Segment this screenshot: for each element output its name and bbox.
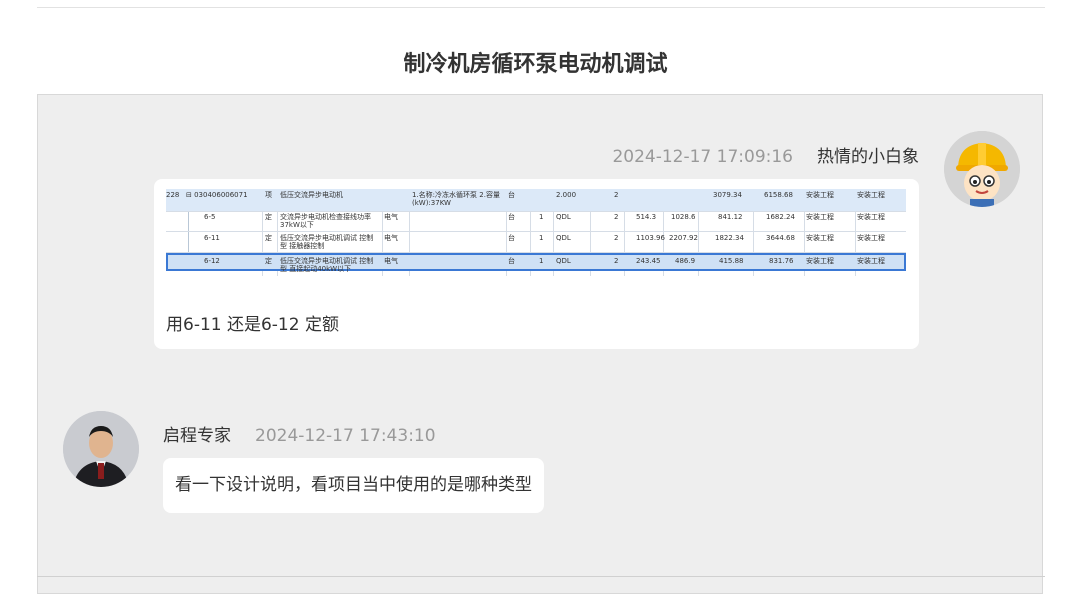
table-cell: 交流异步电动机检查接线功率37kW以下 <box>280 213 371 229</box>
answer-timestamp: 2024-12-17 17:43:10 <box>255 426 436 446</box>
table-cell: 831.76 <box>769 257 794 265</box>
table-cell: 台 <box>508 257 515 265</box>
table-cell: 2 <box>614 234 619 242</box>
table-cell: 486.9 <box>675 257 696 265</box>
table-cell: 243.45 <box>636 257 661 265</box>
table-cell: 2 <box>614 213 619 221</box>
table-cell: 6-12 <box>204 257 220 265</box>
table-cell: 安装工程 <box>806 191 834 199</box>
table-cell: 1 <box>539 213 544 221</box>
table-cell: 安装工程 <box>806 213 834 221</box>
table-cell: 6158.68 <box>764 191 793 199</box>
table-cell: 低压交流异步电动机 <box>280 191 343 199</box>
top-divider <box>37 7 1045 8</box>
table-cell: QDL <box>556 234 571 242</box>
table-cell: 安装工程 <box>857 257 885 265</box>
bottom-divider <box>37 576 1045 577</box>
table-cell: 安装工程 <box>806 257 834 265</box>
table-cell: 514.3 <box>636 213 657 221</box>
question-meta: 2024-12-17 17:09:16 热情的小白象 <box>612 142 919 167</box>
question-text: 用6-11 还是6-12 定额 <box>166 315 339 335</box>
table-cell: 安装工程 <box>857 191 885 199</box>
table-cell: 3644.68 <box>766 234 795 242</box>
table-cell: 6-11 <box>204 234 220 242</box>
table-cell: 安装工程 <box>857 234 885 242</box>
table-cell: 841.12 <box>718 213 743 221</box>
page-title: 制冷机房循环泵电动机调试 <box>403 52 668 77</box>
table-cell: 1103.96 <box>636 234 665 242</box>
table-cell: 台 <box>508 213 515 221</box>
answer-bubble: 看一下设计说明，看项目当中使用的是哪种类型 <box>163 458 544 513</box>
table-cell: ⊟ 030406006071 <box>186 191 248 199</box>
question-username[interactable]: 热情的小白象 <box>817 147 919 167</box>
table-cell: 2.000 <box>556 191 577 199</box>
table-cell: 1028.6 <box>671 213 696 221</box>
table-row-selected[interactable]: 6-12 定 低压交流异步电动机调试 控制型 直接起动40kW以下 电气 台 1… <box>166 253 906 273</box>
table-cell: 电气 <box>384 213 398 221</box>
table-cell: QDL <box>556 257 571 265</box>
table-cell: 2 <box>614 191 619 199</box>
table-cell: 2 <box>614 257 619 265</box>
answer-meta: 启程专家 2024-12-17 17:43:10 <box>163 421 436 446</box>
cartoon-elephant-hardhat-avatar[interactable] <box>944 131 1020 207</box>
table-cell: 台 <box>508 234 515 242</box>
table-row[interactable]: 6-11 定 低压交流异步电动机调试 控制型 接触器控制 电气 台 1 QDL … <box>166 232 906 253</box>
table-cell: 1822.34 <box>715 234 744 242</box>
table-cell: 低压交流异步电动机调试 控制型 直接起动40kW以下 <box>280 257 374 273</box>
expert-photo-avatar[interactable] <box>63 411 139 487</box>
table-cell: 1682.24 <box>766 213 795 221</box>
table-cell: 电气 <box>384 234 398 242</box>
table-cell: 228 <box>166 191 180 199</box>
table-cell: 6-5 <box>204 213 216 221</box>
table-cell: 1 <box>539 257 544 265</box>
table-cell: 1 <box>539 234 544 242</box>
question-timestamp: 2024-12-17 17:09:16 <box>612 147 793 167</box>
table-cell: 415.88 <box>719 257 744 265</box>
table-cell: 定 <box>265 213 272 221</box>
table-cell: 定 <box>265 257 272 265</box>
table-cell: QDL <box>556 213 571 221</box>
table-cell: 台 <box>508 191 515 199</box>
table-cell: 定 <box>265 234 272 242</box>
table-cell: 电气 <box>384 257 398 265</box>
table-cell: 安装工程 <box>806 234 834 242</box>
answer-text: 看一下设计说明，看项目当中使用的是哪种类型 <box>175 475 532 495</box>
table-row[interactable]: 6-5 定 交流异步电动机检查接线功率37kW以下 电气 台 1 QDL 2 5… <box>166 211 906 232</box>
quota-table-screenshot[interactable]: 228 ⊟ 030406006071 项 低压交流异步电动机 1.名称:冷冻水循… <box>166 189 906 276</box>
answer-username[interactable]: 启程专家 <box>163 426 231 446</box>
table-cell: 项 <box>265 191 272 199</box>
table-row[interactable]: 228 ⊟ 030406006071 项 低压交流异步电动机 1.名称:冷冻水循… <box>166 189 906 212</box>
question-bubble: 228 ⊟ 030406006071 项 低压交流异步电动机 1.名称:冷冻水循… <box>154 179 919 349</box>
table-cell: 安装工程 <box>857 213 885 221</box>
table-cell: 低压交流异步电动机调试 控制型 接触器控制 <box>280 234 374 250</box>
table-cell: 3079.34 <box>713 191 742 199</box>
table-cell: 2207.92 <box>669 234 698 242</box>
table-cell: 1.名称:冷冻水循环泵 2.容量(kW):37KW <box>412 191 500 207</box>
